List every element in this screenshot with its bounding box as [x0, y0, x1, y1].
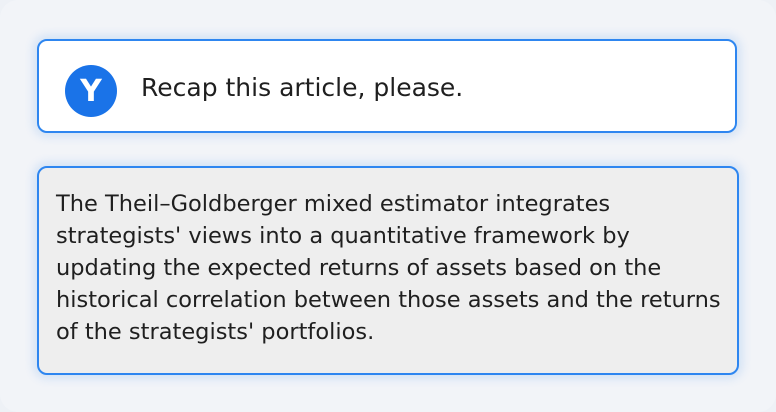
user-avatar: Y — [65, 65, 117, 117]
user-message-text: Recap this article, please. — [141, 73, 464, 102]
chat-panel: Y Recap this article, please. The Theil–… — [0, 0, 776, 412]
assistant-message-text: The Theil–Goldberger mixed estimator int… — [56, 191, 721, 345]
user-message-card: Y Recap this article, please. — [37, 39, 737, 133]
assistant-message-card: The Theil–Goldberger mixed estimator int… — [37, 166, 739, 375]
